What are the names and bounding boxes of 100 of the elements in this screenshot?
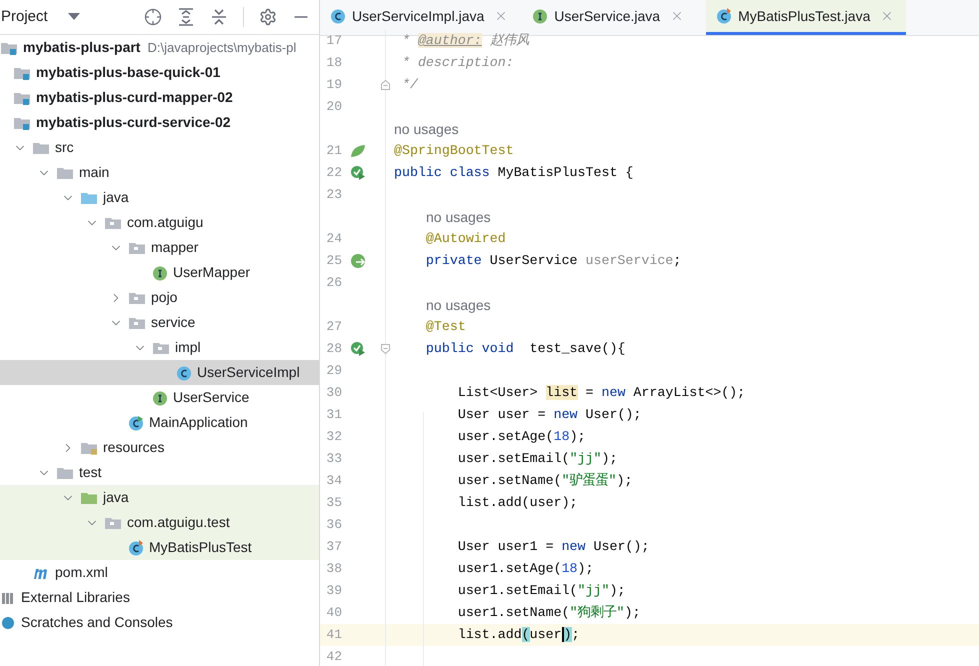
panel-title[interactable]: Project [1,6,48,28]
tree-item[interactable]: External Libraries [0,585,319,610]
locate-icon[interactable] [144,8,162,26]
tree-item[interactable]: src [0,135,319,160]
tree-item-label: test [79,463,102,482]
tree-item-label: mybatis-plus-part [23,38,140,57]
class-icon [330,8,346,24]
code-line: */ [400,76,418,94]
class-icon [176,364,192,380]
line-number: 25 [325,252,342,270]
tree-item-label: src [55,138,74,157]
run-test-icon[interactable] [350,165,366,181]
tree-item-label: External Libraries [21,588,130,607]
collapse-all-icon[interactable] [211,8,227,26]
tree-item[interactable]: Scratches and Consoles [0,610,319,635]
tree-item[interactable]: UserServiceImpl [0,360,319,385]
line-number: 42 [325,648,342,666]
tree-item[interactable]: service [0,310,319,335]
run-test-icon[interactable] [350,341,366,357]
line-number: 37 [325,538,342,556]
line-number: 39 [325,582,342,600]
line-number: 19 [325,76,342,94]
line-number: 22 [325,164,342,182]
expand-all-icon[interactable] [178,8,194,26]
line-number: 32 [325,428,342,446]
code-line: * @author: 赵伟风 [400,32,529,50]
code-line: public void test_save(){ [424,340,626,358]
tree-item[interactable]: mybatis-plus-curd-mapper-02 [0,85,319,110]
tree-item[interactable]: mybatis-plus-curd-service-02 [0,110,319,135]
dropdown-caret-icon[interactable] [68,13,80,21]
tree-item-label: main [79,163,110,182]
tree-item[interactable]: java [0,185,319,210]
tree-item[interactable]: test [0,460,319,485]
code-line: user.setEmail("jj"); [456,450,618,468]
tree-item-label: service [151,313,196,332]
tree-item-label: mybatis-plus-base-quick-01 [36,63,220,82]
tree-item-label: com.atguigu [127,213,204,232]
line-number: 21 [325,142,342,160]
code-line: user.setAge(18); [456,428,586,446]
tree-item[interactable]: com.atguigu.test [0,510,319,535]
line-number: 41 [325,626,342,644]
tree-item[interactable]: resources [0,435,319,460]
line-number: 31 [325,406,342,424]
tree-item[interactable]: mapper [0,235,319,260]
line-number: 34 [325,472,342,490]
code-line: @SpringBootTest [394,142,514,160]
tree-item[interactable]: UserMapper [0,260,319,285]
line-number: 26 [325,274,342,292]
line-number: 36 [325,516,342,534]
code-line: user1.setEmail("jj"); [456,582,626,600]
editor-tab[interactable]: UserService.java [530,0,696,35]
tree-item-label: resources [103,438,164,457]
tree-item-label: mapper [151,238,198,257]
usage-hint[interactable]: no usages [426,206,491,228]
tree-item[interactable]: java [0,485,319,510]
leaf-icon[interactable] [350,144,366,158]
fold-start-icon[interactable] [381,344,390,354]
line-number: 24 [325,230,342,248]
tree-item-label: MainApplication [149,413,248,432]
editor-tab[interactable]: MyBatisPlusTest.java [706,0,906,35]
line-number: 40 [325,604,342,622]
tree-item[interactable]: MainApplication [0,410,319,435]
line-number: 17 [325,32,342,50]
tree-item[interactable]: mybatis-plus-base-quick-01 [0,60,319,85]
code-line: @Test [424,318,466,336]
tree-item-label: pom.xml [55,563,108,582]
tree-item[interactable]: impl [0,335,319,360]
line-number: 27 [325,318,342,336]
bean-navigation-icon[interactable] [350,253,368,269]
usage-hint[interactable]: no usages [426,294,491,316]
tree-item[interactable]: main [0,160,319,185]
tree-item-label: com.atguigu.test [127,513,230,532]
tree-item[interactable]: pom.xml [0,560,319,585]
tree-item-label: pojo [151,288,178,307]
tree-item[interactable]: pojo [0,285,319,310]
usage-hint[interactable]: no usages [394,118,459,140]
code-line: * description: [400,54,514,72]
tree-item-label: UserMapper [173,263,250,282]
line-number: 20 [325,98,342,116]
code-line: user1.setAge(18); [456,560,594,578]
interface-icon [532,8,548,24]
test-class-icon [128,540,144,556]
tree-item-label: mybatis-plus-curd-service-02 [36,113,231,132]
tree-item[interactable]: MyBatisPlusTest [0,535,319,560]
line-number: 30 [325,384,342,402]
code-line: private UserService userService; [424,252,682,270]
line-number: 33 [325,450,342,468]
code-line: user.setName("驴蛋蛋"); [456,472,633,490]
line-number: 18 [325,54,342,72]
line-number: 29 [325,362,342,380]
code-line: User user = new User(); [456,406,642,424]
settings-icon[interactable] [259,8,277,26]
code-line: user1.setName("狗剩子"); [456,604,640,622]
tree-item[interactable]: UserService [0,385,319,410]
tree-item-label: mybatis-plus-curd-mapper-02 [36,88,233,107]
project-path: D:\javaprojects\mybatis-pl [147,38,296,57]
tree-item[interactable]: mybatis-plus-part D:\javaprojects\mybatis-pl [0,35,319,60]
code-line: list.add(user); [456,626,580,644]
tree-item[interactable]: com.atguigu [0,210,319,235]
interface-icon [152,390,168,406]
